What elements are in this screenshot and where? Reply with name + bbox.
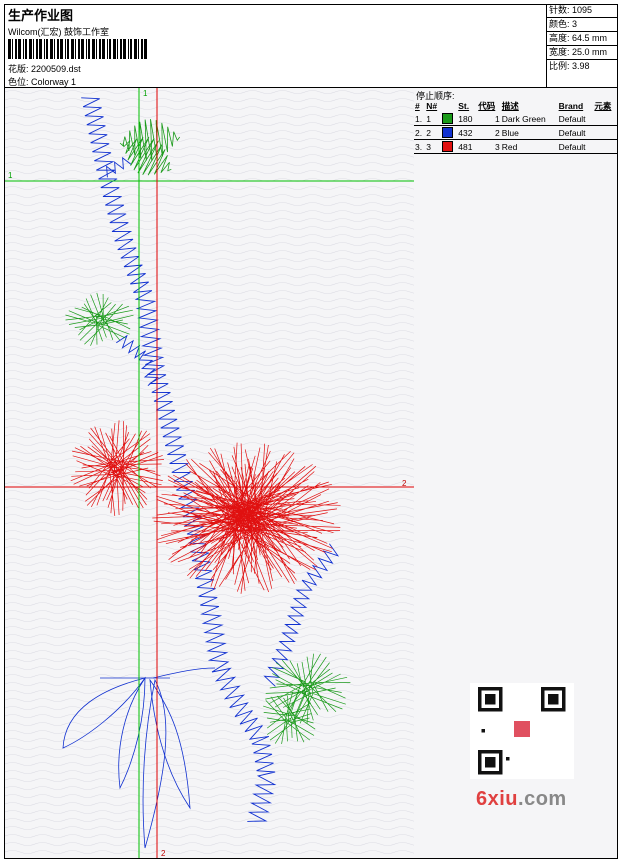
watermark-logo: 6xiu.com	[476, 788, 567, 810]
table-row: 2. 2 432 2 Blue Default	[414, 125, 617, 140]
barcode-icon	[8, 39, 147, 59]
file-label: 花版:	[8, 64, 29, 74]
table-header: # N# St. 代码 描述 Brand 元素	[415, 101, 612, 111]
design-canvas: 1 1 2 2	[5, 88, 415, 858]
qr-code-icon	[470, 683, 574, 779]
sheet-title: 生产作业图	[8, 8, 74, 23]
embroidery-design: 1 1 2 2	[5, 88, 414, 858]
stat-colors: 颜色: 3	[547, 18, 618, 32]
stat-width: 宽度: 25.0 mm	[547, 46, 618, 60]
design-file: 花版: 2200509.dst	[8, 62, 81, 75]
file-value: 2200509.dst	[31, 64, 81, 74]
table-row: 3. 3 481 3 Red Default	[414, 139, 617, 154]
guide-label-v2: 2	[161, 849, 166, 858]
stop-sequence-table: # N# St. 代码 描述 Brand 元素 1. 1 180 1 Dark Gr…	[414, 100, 617, 154]
stat-height: 高度: 64.5 mm	[547, 32, 618, 46]
colorway: 色位: Colorway 1	[8, 75, 76, 88]
color-swatch-green	[442, 113, 454, 125]
colorway-label: 色位:	[8, 77, 29, 87]
guide-label-v1: 1	[143, 89, 148, 98]
stat-scale: 比例: 3.98	[549, 61, 590, 71]
color-swatch-blue	[442, 127, 454, 139]
sheet-header: 生产作业图 Wilcom(汇宏) 鼓饰工作室 花版: 2200509.dst 色…	[4, 4, 547, 88]
color-swatch-red	[442, 141, 454, 153]
guide-label-h2: 2	[402, 479, 407, 488]
design-stats: 针数: 1095 颜色: 3 高度: 64.5 mm 宽度: 25.0 mm 比…	[547, 4, 618, 88]
guide-label-h1: 1	[8, 171, 13, 180]
stop-sequence-panel: 停止顺序: # N# St. 代码 描述 Brand 元素 1. 1 180 1 D…	[414, 88, 617, 858]
company-name: Wilcom(汇宏) 鼓饰工作室	[8, 27, 109, 37]
stat-stitches: 针数: 1095	[547, 4, 618, 18]
table-row: 1. 1 180 1 Dark Green Default	[414, 112, 617, 126]
colorway-value: Colorway 1	[31, 77, 77, 87]
